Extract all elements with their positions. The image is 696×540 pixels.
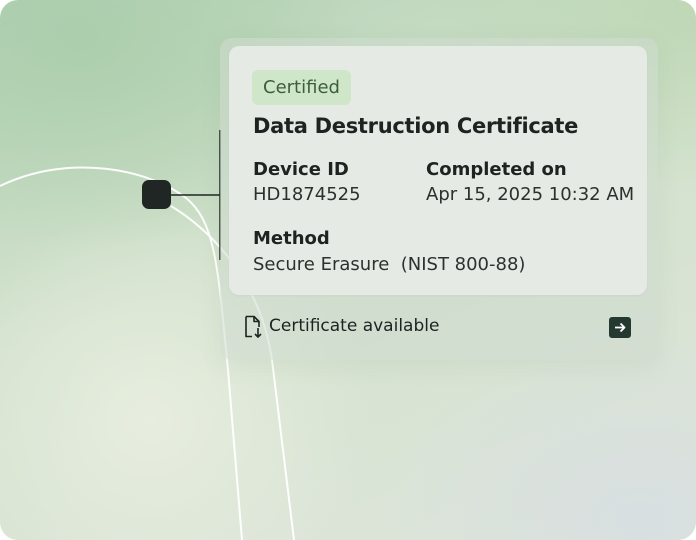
document-download-icon bbox=[245, 315, 262, 338]
connector-node bbox=[142, 180, 171, 209]
method-label: Method bbox=[253, 228, 330, 249]
open-certificate-button[interactable] bbox=[609, 317, 631, 338]
certificate-available-link[interactable]: Certificate available bbox=[269, 316, 439, 336]
card-title: Data Destruction Certificate bbox=[253, 114, 579, 138]
arrow-right-icon bbox=[615, 322, 626, 333]
completed-on-value: Apr 15, 2025 10:32 AM bbox=[426, 184, 635, 205]
device-id-label: Device ID bbox=[253, 159, 349, 180]
canvas: Certified Data Destruction Certificate D… bbox=[0, 0, 696, 540]
completed-on-label: Completed on bbox=[426, 159, 567, 180]
method-value: Secure Erasure (NIST 800-88) bbox=[253, 254, 526, 275]
status-badge: Certified bbox=[252, 70, 351, 105]
device-id-value: HD1874525 bbox=[253, 184, 361, 205]
